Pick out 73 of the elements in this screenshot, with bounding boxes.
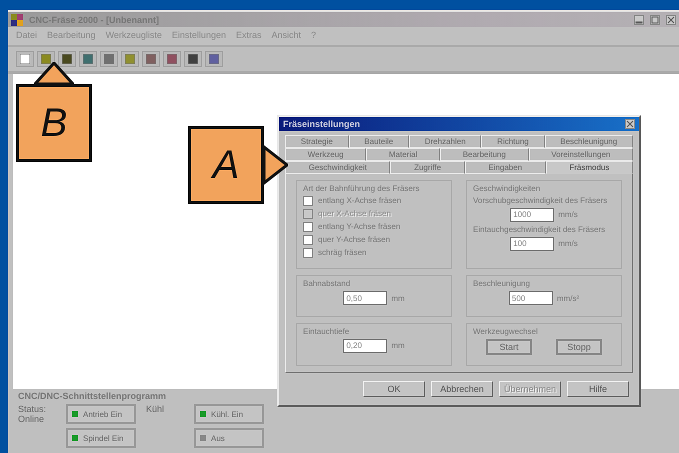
callout-pointer-icon	[264, 145, 288, 185]
unit-label: mm/s	[558, 239, 578, 248]
number-field[interactable]: 1000	[510, 208, 554, 222]
menu-item[interactable]: Datei	[16, 30, 38, 42]
tab[interactable]: Werkzeug	[285, 148, 366, 161]
toolbar-button[interactable]	[184, 51, 202, 67]
checkbox[interactable]	[303, 222, 313, 232]
callout-pointer-icon	[34, 62, 74, 84]
coolant-label: Kühl	[146, 404, 166, 416]
tab[interactable]: Bearbeitung	[440, 148, 529, 161]
minimize-button[interactable]	[634, 14, 644, 24]
menu-item[interactable]: Extras	[236, 30, 262, 42]
checkbox[interactable]	[303, 234, 313, 245]
field-label: Vorschubgeschwindigkeit des Fräsers	[473, 196, 608, 205]
number-field[interactable]: 500	[508, 291, 553, 306]
group-title: Werkzeugwechsel	[473, 326, 539, 336]
unit-label: mm/s²	[556, 294, 580, 303]
toolbar-button[interactable]	[37, 51, 55, 67]
group-title: Geschwindigkeiten	[473, 184, 542, 193]
group-title: Beschleunigung	[473, 279, 531, 288]
tab[interactable]: Eingaben	[464, 160, 546, 174]
led-button[interactable]: Spindel Ein	[66, 428, 136, 448]
close-icon	[626, 120, 634, 128]
tool-change-button[interactable]: Start	[486, 338, 532, 355]
field-label: Eintauchgeschwindigkeit des Fräsers	[473, 224, 606, 234]
option-label: entlang X-Achse fräsen	[318, 196, 402, 206]
unit-label: mm	[391, 294, 405, 303]
dialog-button[interactable]: Abbrechen	[431, 381, 493, 397]
led-button[interactable]: Kühl. Ein	[194, 404, 264, 424]
group-title: Eintauchtiefe	[303, 326, 350, 336]
dialog-title: Fräseinstellungen	[283, 118, 360, 129]
menu-item[interactable]: Einstellungen	[172, 30, 226, 42]
menu-item[interactable]: Werkzeugliste	[106, 30, 162, 42]
tab[interactable]: Voreinstellungen	[528, 148, 634, 161]
tab[interactable]: Drehzahlen	[408, 134, 482, 148]
option-label: schräg fräsen	[318, 248, 366, 258]
menu-item[interactable]: ?	[311, 30, 316, 42]
close-button[interactable]	[666, 14, 676, 24]
unit-label: mm/s	[558, 210, 578, 220]
number-field[interactable]: 0,50	[343, 291, 388, 306]
tab[interactable]: Richtung	[481, 134, 545, 148]
option-label: entlang Y-Achse fräsen	[318, 222, 400, 232]
number-field[interactable]: 0,20	[343, 338, 388, 353]
checkbox[interactable]	[303, 196, 313, 206]
toolbar-button[interactable]	[16, 51, 34, 67]
number-field[interactable]: 100	[510, 236, 554, 251]
tool-change-button[interactable]: Stopp	[556, 338, 602, 355]
option-label: quer Y-Achse fräsen	[318, 235, 390, 244]
maximize-button[interactable]	[650, 14, 660, 24]
led-button[interactable]: Aus	[194, 428, 264, 448]
tab[interactable]: Geschwindigkeit	[285, 160, 390, 174]
tab[interactable]: Fräsmodus	[546, 160, 633, 174]
dialog-button[interactable]: Hilfe	[567, 381, 629, 397]
tab[interactable]: Bauteile	[348, 134, 409, 148]
led-button[interactable]: Antrieb Ein	[66, 404, 136, 424]
close-button[interactable]	[625, 118, 635, 129]
unit-label: mm	[391, 341, 405, 350]
tab[interactable]: Strategie	[285, 134, 349, 148]
close-icon	[667, 16, 675, 24]
toolbar-button[interactable]	[58, 51, 76, 67]
group-title: Bahnabstand	[303, 279, 352, 288]
panel-title: CNC/DNC-Schnittstellenprogramm	[18, 391, 168, 401]
status-label: Status: Online	[18, 404, 48, 426]
checkbox[interactable]	[303, 248, 313, 258]
app-logo-icon	[11, 14, 23, 26]
tab[interactable]: Beschleunigung	[544, 134, 633, 148]
menu-item[interactable]: Ansicht	[271, 30, 301, 42]
menu-item[interactable]: Bearbeitung	[47, 30, 96, 42]
tab[interactable]: Zugriffe	[390, 160, 465, 174]
tab[interactable]: Material	[366, 148, 440, 161]
dialog-button[interactable]: OK	[363, 381, 425, 397]
group-title: Art der Bahnführung des Fräsers	[303, 184, 421, 193]
maximize-icon	[651, 16, 659, 24]
